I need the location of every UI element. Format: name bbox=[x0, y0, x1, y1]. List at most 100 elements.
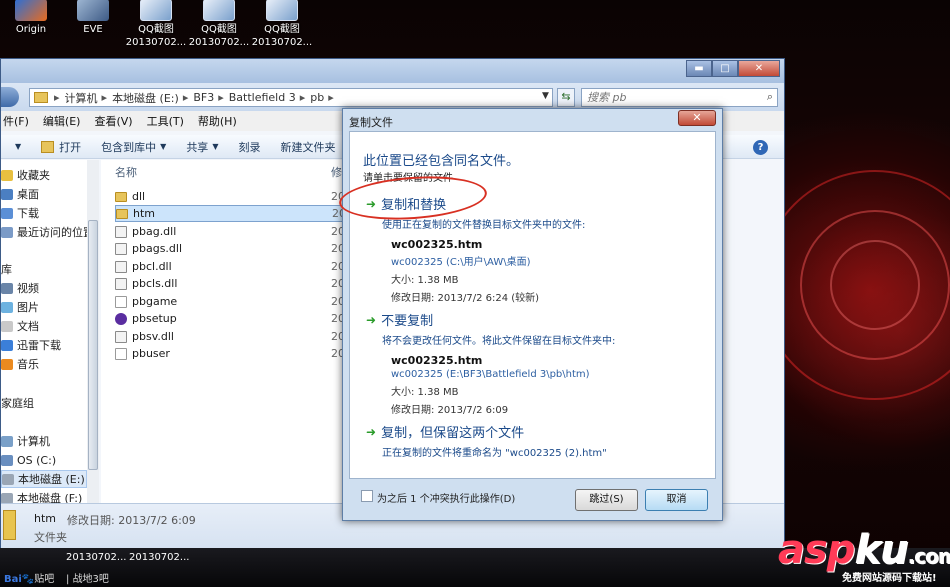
file-row[interactable]: pbsetup 20 bbox=[115, 310, 345, 327]
file-row[interactable]: pbcl.dll 20 bbox=[115, 258, 345, 275]
nav-label: 库 bbox=[1, 263, 12, 276]
file-row[interactable]: pbags.dll 20 bbox=[115, 240, 345, 257]
apply-to-all-label[interactable]: 为之后 1 个冲突执行此操作(D) bbox=[377, 490, 515, 505]
navigation-pane: 收藏夹 桌面 下载 最近访问的位置 库 视频 图片 文档 迅雷下载 音乐 家庭组… bbox=[1, 160, 99, 505]
nav-computer[interactable]: 计算机 bbox=[1, 432, 50, 450]
nav-libraries[interactable]: 库 bbox=[1, 260, 12, 278]
option-file-name: wc002325.htm bbox=[391, 238, 483, 251]
nav-recent[interactable]: 最近访问的位置 bbox=[1, 223, 94, 241]
chevron-right-icon[interactable]: ▸ bbox=[54, 91, 60, 104]
organize-button[interactable]: ▼ bbox=[1, 142, 31, 151]
menu-help[interactable]: 帮助(H) bbox=[191, 113, 244, 129]
green-arrow-icon: ➜ bbox=[366, 312, 377, 327]
nav-documents[interactable]: 文档 bbox=[1, 317, 39, 335]
nav-downloads[interactable]: 下载 bbox=[1, 204, 39, 222]
breadcrumb-item[interactable]: 计算机 bbox=[65, 90, 98, 106]
chevron-right-icon[interactable]: ▸ bbox=[218, 91, 224, 104]
close-button[interactable]: ✕ bbox=[738, 60, 780, 77]
nav-xunlei[interactable]: 迅雷下载 bbox=[1, 336, 61, 354]
menu-tools[interactable]: 工具(T) bbox=[140, 113, 191, 129]
minimize-button[interactable]: ▬ bbox=[686, 60, 712, 77]
option-file-path: wc002325 (C:\用户\AW\桌面) bbox=[391, 257, 531, 268]
file-row[interactable]: htm 20 bbox=[115, 205, 346, 222]
chevron-right-icon[interactable]: ▸ bbox=[102, 91, 108, 104]
dll-file-icon bbox=[115, 277, 127, 290]
taskbar-thumbnail-label[interactable]: 20130702... bbox=[66, 552, 126, 563]
breadcrumb-item[interactable]: BF3 bbox=[193, 91, 214, 104]
share-button[interactable]: 共享 ▼ bbox=[176, 139, 228, 155]
desktop-icon-qq-2[interactable]: QQ截图 20130702... bbox=[188, 0, 250, 49]
nav-disk-e[interactable]: 本地磁盘 (E:) bbox=[1, 470, 87, 488]
forum-name-text: 战地3吧 bbox=[72, 574, 109, 585]
cancel-button[interactable]: 取消 bbox=[645, 489, 708, 511]
back-button[interactable] bbox=[1, 87, 19, 107]
nav-pictures[interactable]: 图片 bbox=[1, 298, 39, 316]
option-file-size: 大小: 1.38 MB bbox=[391, 275, 459, 286]
maximize-button[interactable]: □ bbox=[712, 60, 738, 77]
file-name: pbgame bbox=[132, 295, 178, 308]
file-row[interactable]: dll 20 bbox=[115, 188, 345, 205]
menu-edit[interactable]: 编辑(E) bbox=[36, 113, 88, 129]
search-input[interactable] bbox=[582, 89, 752, 106]
desktop-icon-qq-3[interactable]: QQ截图 20130702... bbox=[251, 0, 313, 49]
copy-conflict-dialog: 复制文件 ✕ 此位置已经包含同名文件。 请单击要保留的文件 ➜ 复制和替换 使用正… bbox=[342, 108, 723, 521]
nav-desktop[interactable]: 桌面 bbox=[1, 185, 39, 203]
navigation-scrollbar[interactable] bbox=[87, 160, 99, 503]
chevron-right-icon[interactable]: ▸ bbox=[328, 91, 334, 104]
file-row[interactable]: pbuser 20 bbox=[115, 345, 345, 362]
search-icon[interactable]: ⌕ bbox=[767, 90, 773, 104]
chevron-right-icon[interactable]: ▸ bbox=[300, 91, 306, 104]
new-folder-button[interactable]: 新建文件夹 bbox=[270, 139, 345, 155]
refresh-icon[interactable]: ⇆ bbox=[557, 88, 575, 107]
desktop-icon-eve[interactable]: EVE bbox=[62, 0, 124, 36]
breadcrumb-item[interactable]: 本地磁盘 (E:) bbox=[112, 90, 179, 106]
download-icon bbox=[1, 207, 13, 219]
taskbar-thumbnail-label[interactable]: 20130702... bbox=[129, 552, 189, 563]
qq-screenshot-icon bbox=[140, 0, 172, 21]
include-in-library-button[interactable]: 包含到库中 ▼ bbox=[91, 139, 176, 155]
chevron-down-icon[interactable]: ▼ bbox=[538, 88, 553, 107]
breadcrumb-item[interactable]: Battlefield 3 bbox=[229, 91, 296, 104]
nav-label: 音乐 bbox=[17, 358, 39, 371]
option-copy-keep-both[interactable]: ➜ 复制，但保留这两个文件 正在复制的文件将重命名为 "wc002325 (2).… bbox=[366, 422, 706, 460]
nav-favorites[interactable]: 收藏夹 bbox=[1, 166, 50, 184]
chevron-right-icon[interactable]: ▸ bbox=[183, 91, 189, 104]
file-row[interactable]: pbcls.dll 20 bbox=[115, 275, 345, 292]
burn-button[interactable]: 刻录 bbox=[228, 139, 270, 155]
file-row[interactable]: pbsv.dll 20 bbox=[115, 328, 345, 345]
desktop-icon-qq-1[interactable]: QQ截图 20130702... bbox=[125, 0, 187, 49]
star-icon bbox=[1, 169, 13, 181]
file-list: 名称 修 dll 20 htm 20 pbag.dll 20 pbags.dll 20 … bbox=[101, 160, 346, 503]
nav-label: 最近访问的位置 bbox=[17, 226, 94, 239]
nav-os-c[interactable]: OS (C:) bbox=[1, 451, 56, 469]
option-dont-copy[interactable]: ➜ 不要复制 将不会更改任何文件。将此文件保留在目标文件夹中: wc002325.… bbox=[366, 310, 706, 417]
nav-label: 收藏夹 bbox=[17, 169, 50, 182]
nav-label: 本地磁盘 (E:) bbox=[18, 473, 85, 486]
eve-icon bbox=[77, 0, 109, 21]
folder-icon bbox=[3, 510, 16, 540]
nav-videos[interactable]: 视频 bbox=[1, 279, 39, 297]
open-button[interactable]: 打开 bbox=[31, 139, 91, 155]
file-row[interactable]: pbag.dll 20 bbox=[115, 223, 345, 240]
help-icon[interactable]: ? bbox=[753, 140, 768, 155]
menu-view[interactable]: 查看(V) bbox=[87, 113, 139, 129]
dialog-title: 复制文件 bbox=[349, 116, 393, 129]
skip-button[interactable]: 跳过(S) bbox=[575, 489, 638, 511]
column-header-name[interactable]: 名称 bbox=[115, 164, 137, 180]
scrollbar-thumb[interactable] bbox=[88, 220, 98, 470]
apply-to-all-checkbox[interactable] bbox=[361, 490, 373, 502]
nav-homegroup[interactable]: 家庭组 bbox=[1, 394, 34, 412]
open-label: 打开 bbox=[59, 140, 82, 154]
breadcrumb[interactable]: ▸ 计算机 ▸ 本地磁盘 (E:) ▸ BF3 ▸ Battlefield 3 … bbox=[29, 88, 553, 107]
breadcrumb-item[interactable]: pb bbox=[310, 91, 324, 104]
dialog-close-button[interactable]: ✕ bbox=[678, 110, 716, 126]
nav-music[interactable]: 音乐 bbox=[1, 355, 39, 373]
column-header-date[interactable]: 修 bbox=[331, 164, 342, 180]
watermark-subtitle: 免费网站源码下载站! bbox=[842, 573, 937, 584]
explorer-titlebar[interactable]: ▬ □ ✕ bbox=[1, 59, 784, 83]
desktop-icon-origin[interactable]: Origin bbox=[0, 0, 62, 36]
menu-file[interactable]: 件(F) bbox=[1, 113, 36, 129]
file-row[interactable]: pbgame 20 bbox=[115, 293, 345, 310]
paw-icon: 🐾 bbox=[21, 574, 35, 585]
nav-label: 计算机 bbox=[17, 435, 50, 448]
